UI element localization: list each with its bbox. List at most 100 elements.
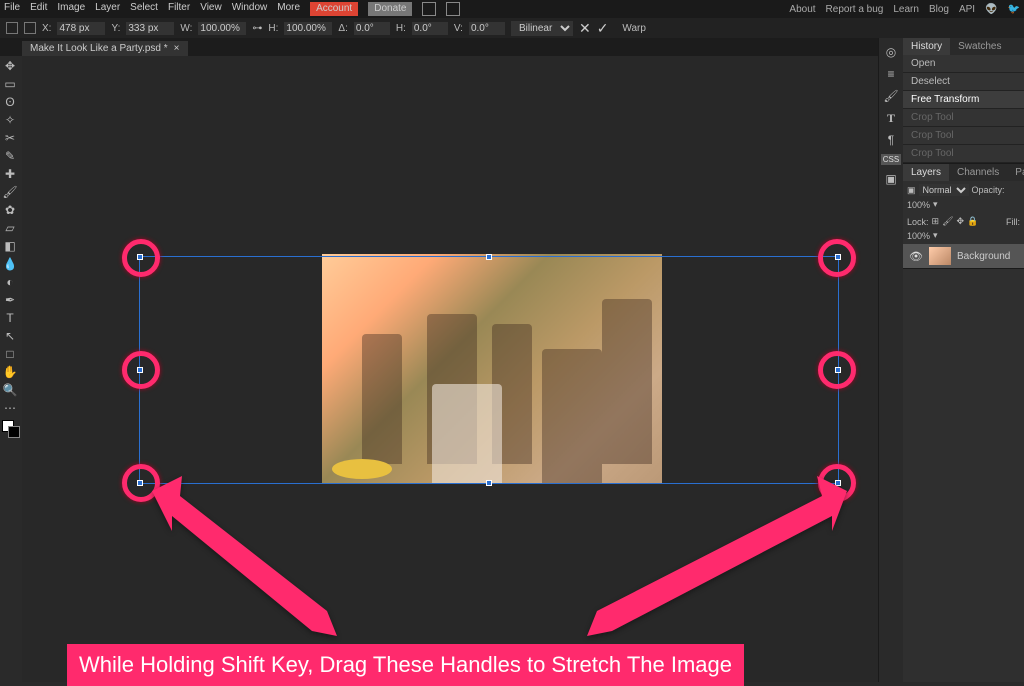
lock-transparency-icon[interactable]: ⊞	[932, 216, 940, 227]
tab-title: Make It Look Like a Party.psd *	[30, 43, 168, 54]
tool-crop[interactable]: ✂	[2, 130, 18, 146]
link-wh-icon[interactable]: ⊶	[252, 23, 262, 34]
twitter-icon[interactable]: 🐦	[1008, 4, 1020, 15]
tool-heal[interactable]: ✚	[2, 166, 18, 182]
reference-point-icon[interactable]	[24, 22, 36, 34]
layer-thumbnail[interactable]	[929, 247, 951, 265]
menu-window[interactable]: Window	[232, 2, 268, 16]
document-tab[interactable]: Make It Look Like a Party.psd * ×	[22, 41, 188, 56]
lock-all-icon[interactable]: 🔒	[967, 216, 978, 227]
tool-eraser[interactable]: ▱	[2, 220, 18, 236]
tool-rect[interactable]: □	[2, 346, 18, 362]
link-blog[interactable]: Blog	[929, 4, 949, 15]
tab-close-icon[interactable]: ×	[174, 43, 180, 54]
tool-pen[interactable]: ✒	[2, 292, 18, 308]
input-y[interactable]	[126, 22, 174, 35]
tab-history[interactable]: History	[903, 38, 950, 55]
handle-tr[interactable]	[835, 254, 841, 260]
layer-filter-icon[interactable]: ▣	[907, 185, 916, 196]
handle-ml[interactable]	[137, 367, 143, 373]
visibility-icon[interactable]: 👁	[909, 250, 923, 263]
label-skew-h: H:	[396, 23, 406, 34]
tool-eyedropper[interactable]: ✎	[2, 148, 18, 164]
tool-blur[interactable]: 💧	[2, 256, 18, 272]
tool-hand[interactable]: ✋	[2, 364, 18, 380]
menu-filter[interactable]: Filter	[168, 2, 190, 16]
tool-rect-select[interactable]: ▭	[2, 76, 18, 92]
menu-layer[interactable]: Layer	[95, 2, 120, 16]
handle-tm[interactable]	[486, 254, 492, 260]
input-skew-v[interactable]	[469, 22, 505, 35]
menu-edit[interactable]: Edit	[30, 2, 47, 16]
cancel-transform-button[interactable]: ✕	[579, 20, 591, 37]
tab-channels[interactable]: Channels	[949, 164, 1007, 181]
handle-mr[interactable]	[835, 367, 841, 373]
handle-bm[interactable]	[486, 480, 492, 486]
lock-move-icon[interactable]: ✥	[957, 216, 965, 227]
layer-row[interactable]: 👁 Background	[903, 244, 1024, 268]
target-icon[interactable]: ◎	[883, 44, 899, 60]
history-item[interactable]: Deselect	[903, 73, 1024, 91]
history-item[interactable]: Crop Tool	[903, 127, 1024, 145]
layer-name[interactable]: Background	[957, 251, 1010, 262]
type-panel-icon[interactable]: T	[883, 110, 899, 126]
fullscreen-icon[interactable]	[446, 2, 460, 16]
blend-mode-select[interactable]: Normal	[919, 184, 969, 196]
canvas[interactable]: While Holding Shift Key, Drag These Hand…	[22, 56, 878, 682]
tool-brush[interactable]: 🖌	[2, 184, 18, 200]
image-panel-icon[interactable]: ▣	[883, 171, 899, 187]
tool-path[interactable]: ↖	[2, 328, 18, 344]
input-h[interactable]	[284, 22, 332, 35]
input-skew-h[interactable]	[412, 22, 448, 35]
select-interpolation[interactable]: Bilinear	[511, 21, 573, 36]
link-api[interactable]: API	[959, 4, 975, 15]
tab-swatches[interactable]: Swatches	[950, 38, 1009, 55]
value-opacity[interactable]: 100%	[907, 200, 930, 210]
link-learn[interactable]: Learn	[893, 4, 919, 15]
theme-icon[interactable]	[422, 2, 436, 16]
value-fill[interactable]: 100%	[907, 231, 930, 241]
fill-dropdown-icon[interactable]: ▾	[933, 230, 938, 241]
menu-select[interactable]: Select	[130, 2, 158, 16]
tool-gradient[interactable]: ◧	[2, 238, 18, 254]
tool-more[interactable]: ⋯	[2, 400, 18, 416]
tool-dodge[interactable]: ◐	[2, 274, 18, 290]
menu-account[interactable]: Account	[310, 2, 358, 16]
tool-move[interactable]: ✥	[2, 58, 18, 74]
menu-file[interactable]: File	[4, 2, 20, 16]
history-item[interactable]: Crop Tool	[903, 109, 1024, 127]
input-w[interactable]	[198, 22, 246, 35]
tool-lasso[interactable]: ʘ	[2, 94, 18, 110]
opacity-dropdown-icon[interactable]: ▾	[933, 199, 938, 210]
menu-donate[interactable]: Donate	[368, 2, 412, 16]
link-about[interactable]: About	[789, 4, 815, 15]
menu-more[interactable]: More	[277, 2, 300, 16]
paragraph-icon[interactable]: ¶	[883, 132, 899, 148]
color-swatches[interactable]	[2, 420, 20, 438]
history-item[interactable]: Crop Tool	[903, 145, 1024, 163]
brush-icon[interactable]: 🖌	[883, 88, 899, 104]
label-fill: Fill:	[1006, 217, 1020, 227]
list-icon[interactable]: ≡	[883, 66, 899, 82]
menu-image[interactable]: Image	[57, 2, 85, 16]
tool-stamp[interactable]: ✿	[2, 202, 18, 218]
input-angle[interactable]	[354, 22, 390, 35]
history-item[interactable]: Open	[903, 55, 1024, 73]
history-item[interactable]: Free Transform	[903, 91, 1024, 109]
reddit-icon[interactable]: 👽	[985, 4, 997, 15]
css-panel-icon[interactable]: CSS	[881, 154, 901, 165]
commit-transform-button[interactable]: ✓	[597, 20, 609, 37]
tab-paths[interactable]: Paths	[1007, 164, 1024, 181]
tab-layers[interactable]: Layers	[903, 164, 949, 181]
warp-button[interactable]: Warp	[622, 23, 646, 34]
handle-tl[interactable]	[137, 254, 143, 260]
transform-icon	[6, 22, 18, 34]
tool-type[interactable]: T	[2, 310, 18, 326]
link-report[interactable]: Report a bug	[826, 4, 884, 15]
lock-paint-icon[interactable]: 🖌	[942, 216, 953, 227]
transform-bounding-box[interactable]	[139, 256, 839, 484]
input-x[interactable]	[57, 22, 105, 35]
menu-view[interactable]: View	[200, 2, 222, 16]
tool-zoom[interactable]: 🔍	[2, 382, 18, 398]
tool-wand[interactable]: ✧	[2, 112, 18, 128]
